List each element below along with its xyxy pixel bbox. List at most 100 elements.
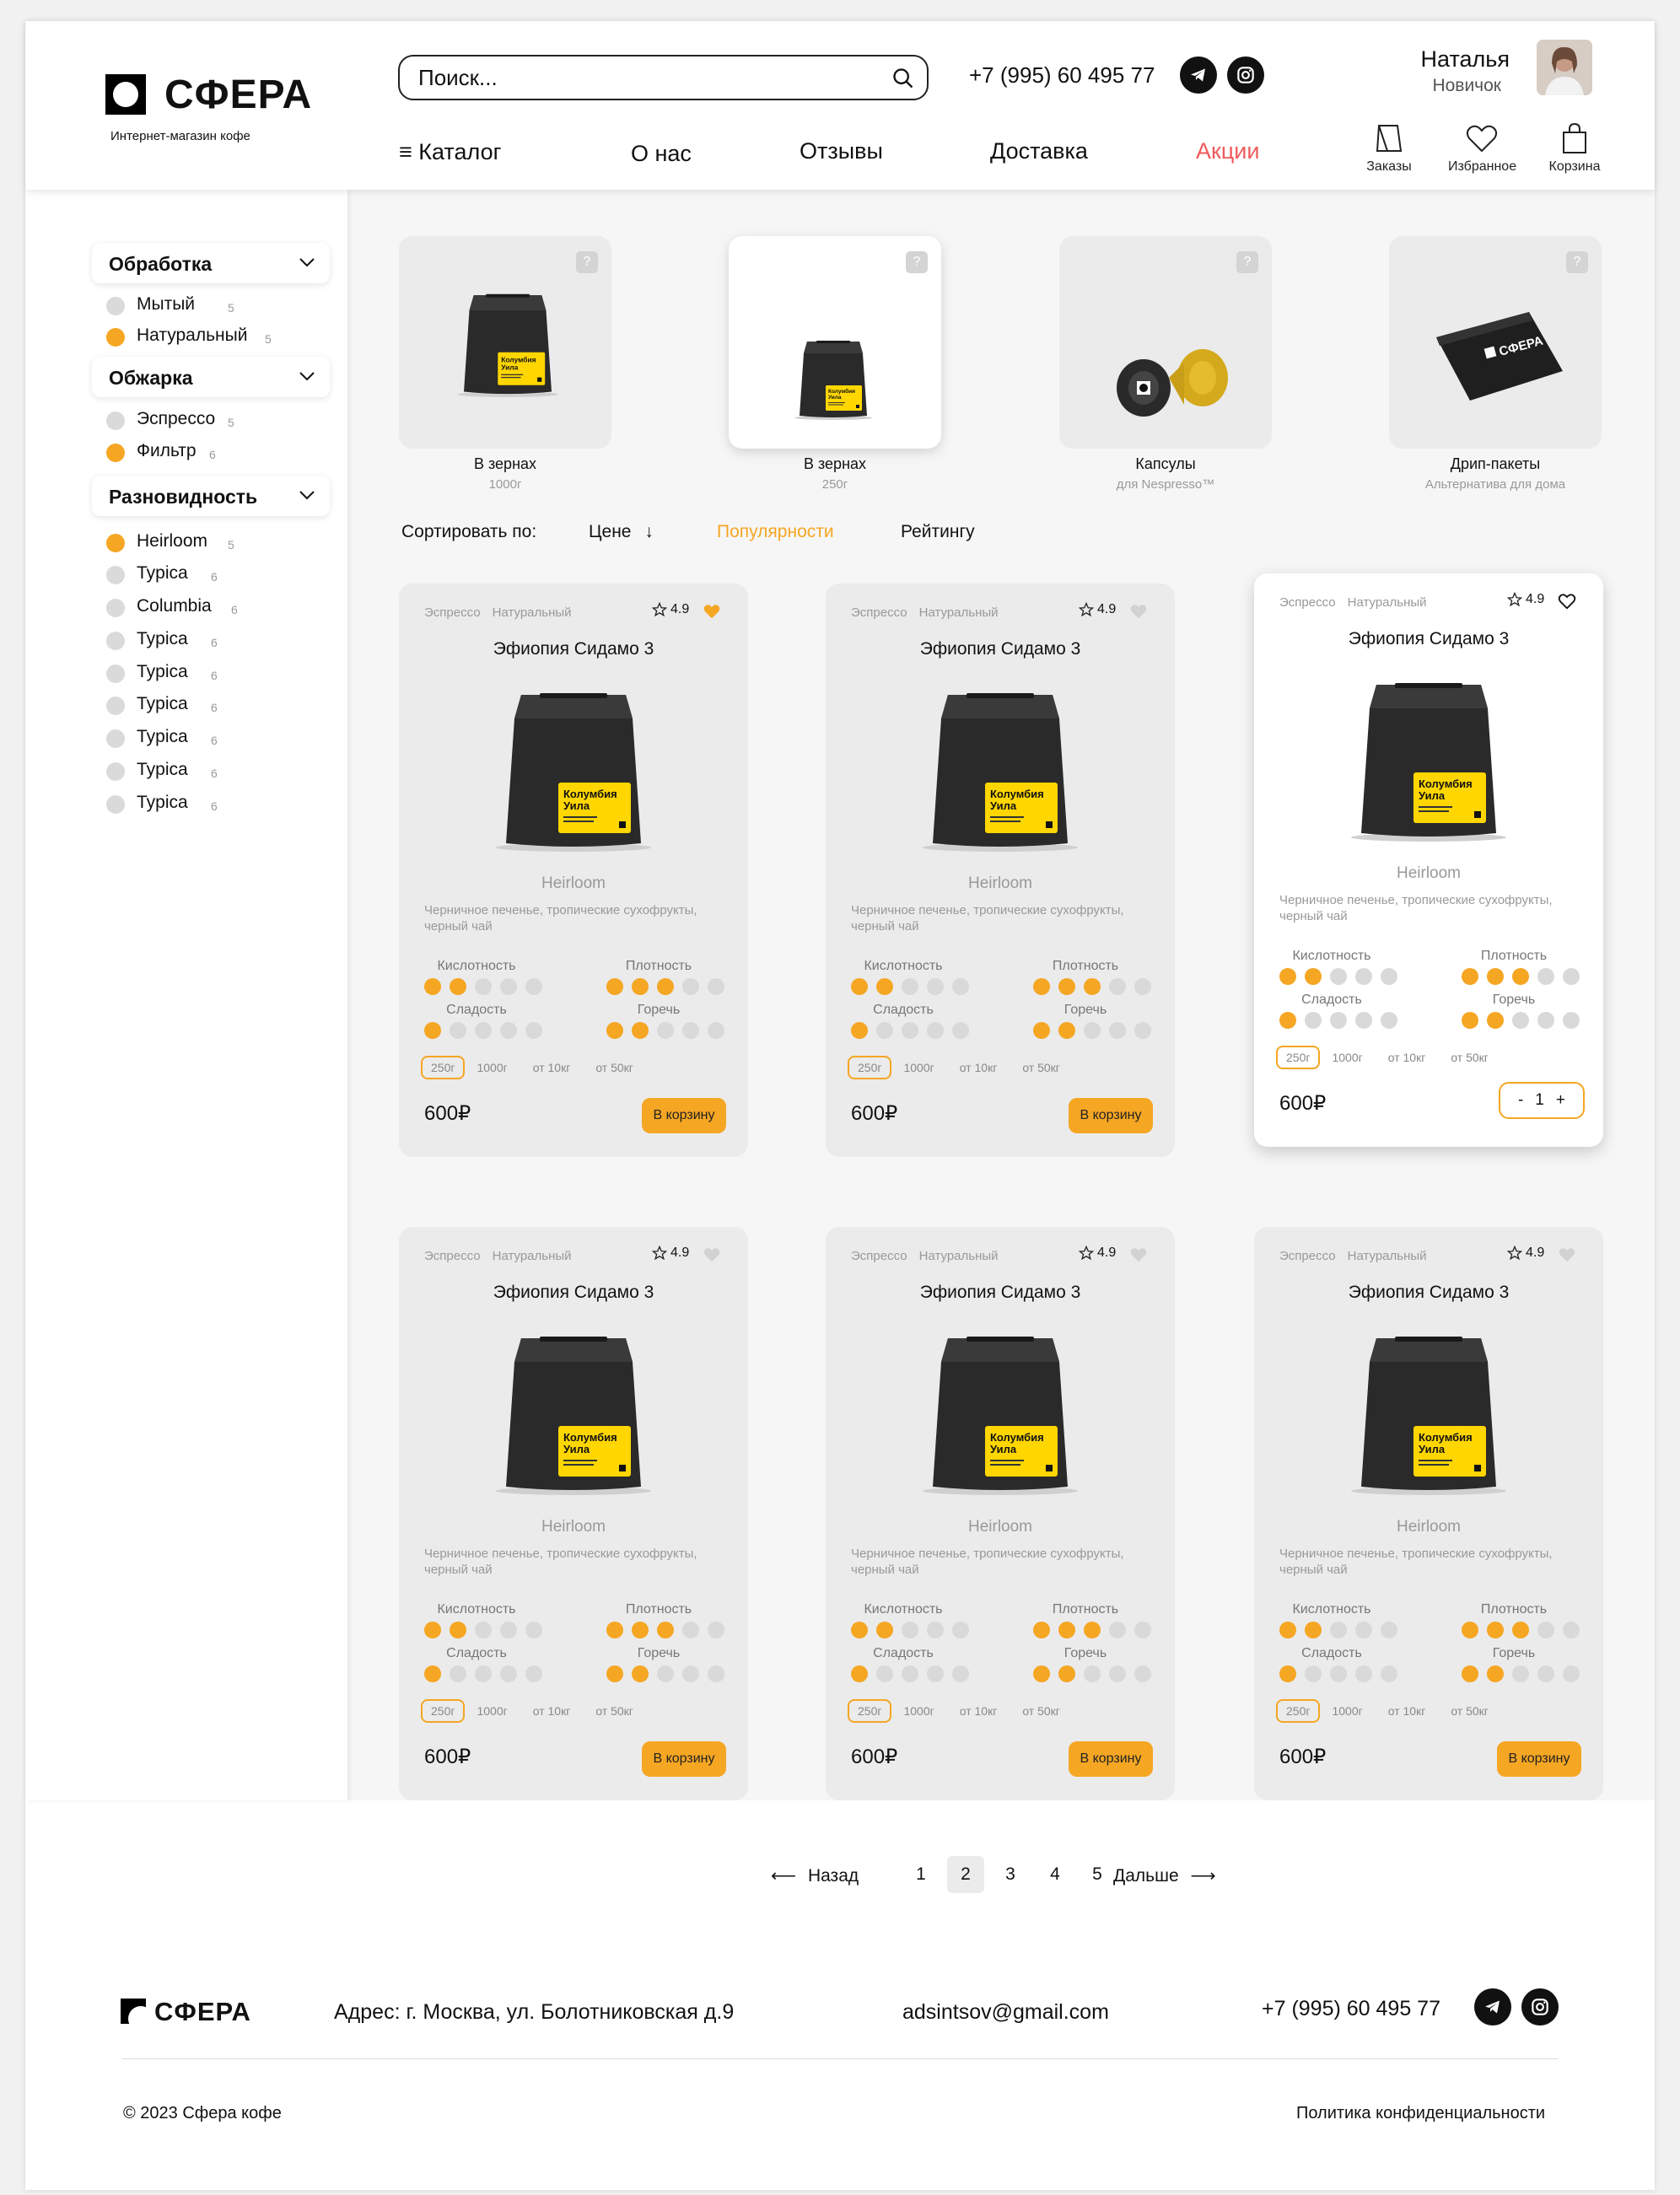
product-name[interactable]: Эфиопия Сидамо 3	[399, 1283, 748, 1303]
filter-option[interactable]: Typica 6	[106, 562, 359, 587]
filter-radio[interactable]	[106, 297, 125, 315]
favorite-heart-icon[interactable]	[703, 602, 721, 625]
weight-option[interactable]: от 50кг	[1022, 1704, 1060, 1718]
nav-sales[interactable]: Акции	[1196, 138, 1259, 164]
footer-instagram-icon[interactable]	[1521, 1988, 1559, 2026]
weight-option[interactable]: от 10кг	[533, 1061, 571, 1074]
search-input[interactable]	[418, 65, 857, 90]
filter-option[interactable]: Мытый 5	[106, 293, 359, 318]
nav-reviews[interactable]: Отзывы	[800, 138, 883, 164]
weight-option[interactable]: от 50кг	[595, 1704, 633, 1718]
product-card[interactable]: Эспрессо Натуральный 4.9 Эфиопия Сидамо 3 Ко…	[1254, 1227, 1603, 1800]
filter-option[interactable]: Typica 6	[106, 627, 359, 653]
filter-radio[interactable]	[106, 566, 125, 584]
filter-option[interactable]: Typica 6	[106, 791, 359, 816]
filter-radio[interactable]	[106, 444, 125, 462]
product-card[interactable]: Эспрессо Натуральный 4.9 Эфиопия Сидамо 3 Ко…	[399, 1227, 748, 1800]
category-card[interactable]: СФЕРА?	[1389, 236, 1602, 449]
weight-option[interactable]: 250г	[1276, 1699, 1321, 1723]
filter-radio[interactable]	[106, 762, 125, 781]
pagination-page[interactable]: 5	[1079, 1856, 1116, 1893]
add-to-cart-button[interactable]: В корзину	[642, 1741, 726, 1777]
product-image[interactable]: Колумбия Уила	[1344, 673, 1513, 846]
weight-option[interactable]: от 10кг	[1388, 1051, 1426, 1064]
product-name[interactable]: Эфиопия Сидамо 3	[1254, 1283, 1603, 1303]
nav-about[interactable]: О нас	[631, 141, 692, 167]
pagination-page[interactable]: 1	[902, 1856, 940, 1893]
pagination-next[interactable]: Дальше ⟶	[1113, 1865, 1216, 1886]
category-card[interactable]: Колумбия Уила?	[729, 236, 941, 449]
footer-policy-link[interactable]: Политика конфиденциальности	[1296, 2104, 1545, 2123]
favorite-heart-icon[interactable]	[1129, 602, 1148, 625]
add-to-cart-button[interactable]: В корзину	[642, 1098, 726, 1133]
filter-option[interactable]: Натуральный 5	[106, 324, 359, 349]
filter-option[interactable]: Фильтр 6	[106, 439, 359, 465]
product-name[interactable]: Эфиопия Сидамо 3	[399, 639, 748, 659]
qty-plus-button[interactable]: +	[1556, 1091, 1565, 1110]
weight-option[interactable]: 1000г	[1332, 1051, 1362, 1064]
sort-popularity[interactable]: Популярности	[717, 522, 834, 542]
qty-minus-button[interactable]: -	[1518, 1091, 1523, 1110]
category-card[interactable]: Колумбия Уила?	[399, 236, 611, 449]
filter-radio[interactable]	[106, 697, 125, 715]
search-icon[interactable]	[891, 67, 915, 94]
instagram-icon[interactable]	[1227, 56, 1264, 94]
filter-group-header[interactable]: Разновидность	[92, 476, 330, 516]
weight-option[interactable]: от 10кг	[960, 1061, 998, 1074]
weight-option[interactable]: от 50кг	[595, 1061, 633, 1074]
nav-delivery[interactable]: Доставка	[990, 138, 1088, 164]
weight-option[interactable]: 250г	[421, 1699, 466, 1723]
weight-option[interactable]: от 50кг	[1022, 1061, 1060, 1074]
add-to-cart-button[interactable]: В корзину	[1069, 1741, 1153, 1777]
favorite-heart-icon[interactable]	[1558, 592, 1576, 615]
footer-email[interactable]: adsintsov@gmail.com	[902, 2000, 1109, 2025]
favorite-heart-icon[interactable]	[703, 1245, 721, 1268]
weight-option[interactable]: от 50кг	[1451, 1051, 1489, 1064]
filter-option[interactable]: Typica 6	[106, 692, 359, 718]
product-image[interactable]: Колумбия Уила	[489, 683, 658, 856]
product-image[interactable]: Колумбия Уила	[916, 1326, 1085, 1499]
favorite-heart-icon[interactable]	[1129, 1245, 1148, 1268]
product-card[interactable]: Эспрессо Натуральный 4.9 Эфиопия Сидамо 3 Ко…	[826, 1227, 1175, 1800]
pagination-page[interactable]: 4	[1037, 1856, 1074, 1893]
search-bar[interactable]	[398, 55, 929, 100]
brand-name[interactable]: СФЕРА	[164, 72, 312, 118]
product-name[interactable]: Эфиопия Сидамо 3	[826, 1283, 1175, 1303]
product-image[interactable]: Колумбия Уила	[916, 683, 1085, 856]
weight-option[interactable]: 1000г	[477, 1061, 507, 1074]
filter-radio[interactable]	[106, 729, 125, 748]
filter-option[interactable]: Typica 6	[106, 725, 359, 750]
weight-option[interactable]: 1000г	[903, 1061, 934, 1074]
weight-option[interactable]: 250г	[848, 1699, 892, 1723]
favorite-heart-icon[interactable]	[1558, 1245, 1576, 1268]
weight-option[interactable]: 250г	[421, 1056, 466, 1079]
cart-button[interactable]: Корзина	[1541, 122, 1608, 175]
weight-option[interactable]: 250г	[848, 1056, 892, 1079]
filter-option[interactable]: Эспрессо 5	[106, 407, 359, 433]
product-name[interactable]: Эфиопия Сидамо 3	[1254, 629, 1603, 649]
weight-option[interactable]: 1000г	[1332, 1704, 1362, 1718]
add-to-cart-button[interactable]: В корзину	[1069, 1098, 1153, 1133]
product-image[interactable]: Колумбия Уила	[489, 1326, 658, 1499]
product-card[interactable]: Эспрессо Натуральный 4.9 Эфиопия Сидамо 3 Ко…	[399, 584, 748, 1157]
weight-option[interactable]: от 10кг	[960, 1704, 998, 1718]
weight-option[interactable]: 250г	[1276, 1046, 1321, 1069]
filter-radio[interactable]	[106, 412, 125, 430]
help-icon[interactable]: ?	[1566, 251, 1588, 273]
user-name[interactable]: Наталья	[1358, 46, 1510, 73]
filter-radio[interactable]	[106, 328, 125, 347]
product-card[interactable]: Эспрессо Натуральный 4.9 Эфиопия Сидамо 3 Ко…	[1254, 573, 1603, 1147]
filter-group-header[interactable]: Обработка	[92, 243, 330, 283]
filter-radio[interactable]	[106, 795, 125, 814]
pagination-page[interactable]: 2	[947, 1856, 984, 1893]
pagination-prev[interactable]: ⟵ Назад	[771, 1865, 859, 1886]
filter-radio[interactable]	[106, 534, 125, 552]
quantity-stepper[interactable]: -1 +	[1499, 1082, 1585, 1119]
telegram-icon[interactable]	[1180, 56, 1217, 94]
footer-telegram-icon[interactable]	[1474, 1988, 1511, 2026]
avatar[interactable]	[1537, 40, 1592, 95]
weight-option[interactable]: 1000г	[477, 1704, 507, 1718]
weight-option[interactable]: от 10кг	[1388, 1704, 1426, 1718]
filter-radio[interactable]	[106, 599, 125, 617]
favorites-button[interactable]: Избранное	[1448, 122, 1516, 175]
